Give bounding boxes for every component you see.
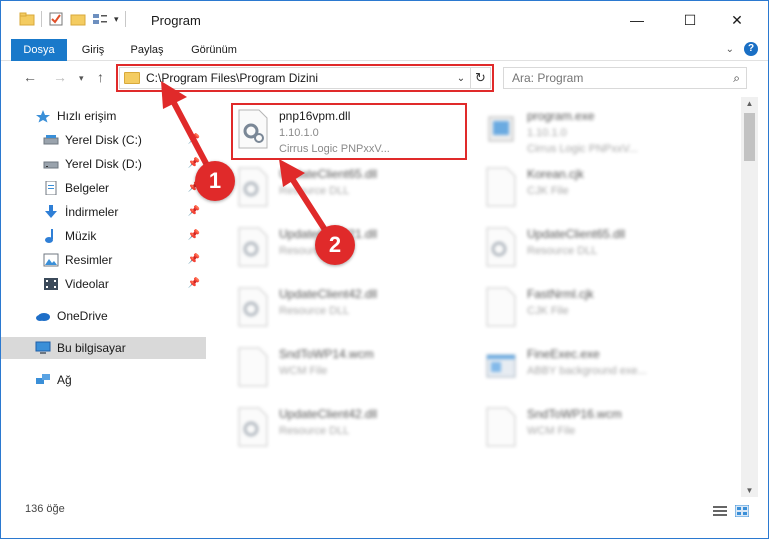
explorer-window: ▾ Program — ☐ ✕ Dosya Giriş Paylaş Görün…	[0, 0, 769, 539]
annotation-arrows	[161, 81, 330, 236]
step-1-badge: 1	[195, 161, 235, 201]
step-2-badge: 2	[315, 225, 355, 265]
